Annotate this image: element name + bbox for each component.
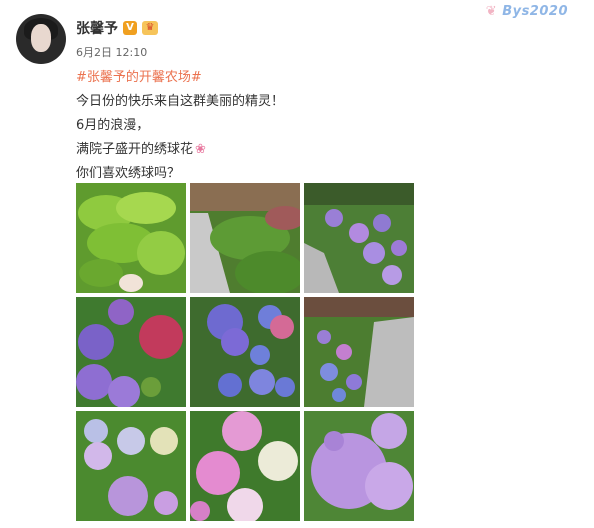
photo-hydrangea-lavender-closeup[interactable] bbox=[304, 411, 414, 521]
photo-hydrangea-blue-pink[interactable] bbox=[190, 297, 300, 407]
avatar[interactable] bbox=[16, 14, 66, 64]
crown-icon: ♛ bbox=[142, 21, 158, 35]
author-row: 张馨予 V ♛ bbox=[76, 18, 158, 38]
author-name[interactable]: 张馨予 bbox=[76, 18, 118, 38]
verified-badge-icon: V bbox=[123, 21, 137, 35]
photo-hydrangea-garden-path[interactable] bbox=[304, 297, 414, 407]
photo-hydrangea-white-purple[interactable] bbox=[76, 411, 186, 521]
post-timestamp[interactable]: 6月2日 12:10 bbox=[76, 44, 147, 60]
watermark-icon: ❦ bbox=[485, 4, 503, 19]
avatar-face bbox=[31, 24, 51, 52]
photo-garden-path-shrubs[interactable] bbox=[190, 183, 300, 293]
post-line-2: 6月的浪漫， bbox=[76, 118, 150, 133]
photo-hydrangea-bed-purple[interactable] bbox=[304, 183, 414, 293]
topic-hashtag[interactable]: #张馨予的开馨农场# bbox=[76, 66, 284, 90]
photo-hydrangea-pink-white[interactable] bbox=[190, 411, 300, 521]
photo-hydrangea-purple-red[interactable] bbox=[76, 297, 186, 407]
image-grid bbox=[76, 183, 414, 521]
post-line-3-wrap: 满院子盛开的绣球花 ❀ bbox=[76, 138, 284, 162]
post-text: #张馨予的开馨农场# 今日份的快乐来自这群美丽的精灵！ 6月的浪漫， 满院子盛开… bbox=[76, 66, 284, 186]
watermark-text: Bys2020 bbox=[502, 4, 568, 19]
flower-emoji-icon: ❀ bbox=[195, 142, 206, 157]
watermark: ❦ Bys2020 bbox=[486, 4, 568, 19]
post-line-3: 满院子盛开的绣球花 bbox=[76, 142, 194, 157]
post-line-1: 今日份的快乐来自这群美丽的精灵！ bbox=[76, 94, 285, 109]
photo-green-leaves[interactable] bbox=[76, 183, 186, 293]
